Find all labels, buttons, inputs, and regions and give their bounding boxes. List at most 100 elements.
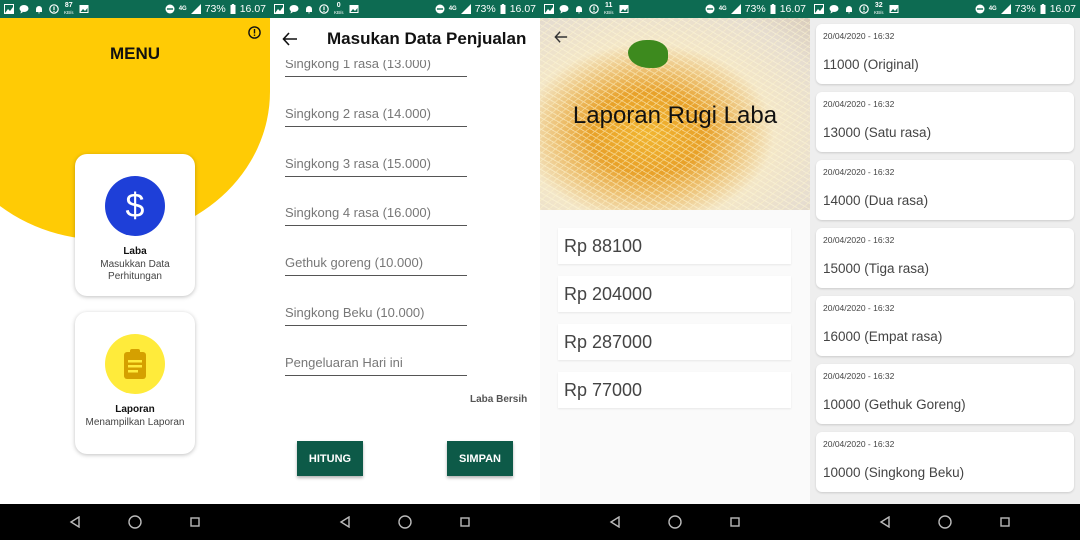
- list-item[interactable]: 20/04/2020 - 16:32 10000 (Gethuk Goreng): [816, 364, 1074, 424]
- page-title: MENU: [109, 44, 161, 63]
- singkong-beku-input[interactable]: [285, 305, 467, 320]
- item-timestamp: 20/04/2020 - 16:32: [823, 303, 895, 313]
- item-timestamp: 20/04/2020 - 16:32: [823, 31, 895, 41]
- report-value: Rp 88100: [558, 228, 791, 264]
- image-icon: [79, 5, 89, 13]
- list-item[interactable]: 20/04/2020 - 16:32 15000 (Tiga rasa): [816, 228, 1074, 288]
- list-item[interactable]: 20/04/2020 - 16:32 14000 (Dua rasa): [816, 160, 1074, 220]
- system-nav-bar: [0, 504, 270, 540]
- image-icon: [349, 5, 359, 13]
- page-title: Laporan Rugi Laba: [572, 102, 778, 129]
- network-speed: 0 KB/s: [334, 2, 344, 15]
- recents-nav-icon[interactable]: [189, 516, 201, 528]
- battery-icon: [230, 4, 236, 14]
- network-speed: 87 KB/s: [64, 2, 74, 15]
- hero-food-image: Laporan Rugi Laba: [540, 18, 810, 210]
- item-timestamp: 20/04/2020 - 16:32: [823, 235, 895, 245]
- card-title: Laporan: [115, 404, 155, 415]
- item-value: 16000 (Empat rasa): [823, 329, 943, 344]
- list-item[interactable]: 20/04/2020 - 16:32 10000 (Singkong Beku): [816, 432, 1074, 492]
- singkong-4-rasa-input[interactable]: [285, 205, 467, 220]
- dnd-icon: [975, 4, 985, 14]
- status-bar: 32 KB/s 4G 73% 16.07: [810, 0, 1080, 18]
- message-icon: [829, 5, 839, 14]
- status-bar: 87 KB/s 4G 73% 16.07: [0, 0, 270, 18]
- card-subtitle: Menampilkan Laporan: [85, 417, 185, 428]
- message-icon: [289, 5, 299, 14]
- parsley-garnish: [628, 40, 668, 68]
- singkong-4-rasa-field[interactable]: [285, 204, 467, 226]
- simpan-button[interactable]: SIMPAN: [447, 441, 513, 476]
- pengeluaran-input[interactable]: [285, 355, 467, 370]
- singkong-3-rasa-field[interactable]: [285, 155, 467, 177]
- app-bar: Masukan Data Penjualan: [270, 18, 540, 60]
- report-value: Rp 204000: [558, 276, 791, 312]
- screens-container: 87 KB/s 4G 73% 16.07 MENU $ Laba Masukkan…: [0, 0, 1080, 540]
- bell-icon: [36, 6, 42, 14]
- laporan-card[interactable]: Laporan Menampilkan Laporan: [75, 312, 195, 454]
- recents-nav-icon[interactable]: [999, 516, 1011, 528]
- gallery-icon: [544, 4, 554, 14]
- clipboard-icon: [105, 334, 165, 394]
- card-subtitle: Masukkan Data Perhitungan: [100, 259, 170, 282]
- input-screen: 0 KB/s 4G 73% 16.07 Masukan Data Penjuala…: [270, 0, 540, 540]
- back-nav-icon[interactable]: [69, 516, 81, 528]
- alert-circle-icon: [589, 4, 599, 14]
- item-value: 10000 (Singkong Beku): [823, 465, 965, 480]
- recents-nav-icon[interactable]: [729, 516, 741, 528]
- back-nav-icon[interactable]: [339, 516, 351, 528]
- item-value: 13000 (Satu rasa): [823, 125, 932, 140]
- pengeluaran-field[interactable]: [285, 354, 467, 376]
- alert-circle-icon: [319, 4, 329, 14]
- gallery-icon: [814, 4, 824, 14]
- bell-icon: [576, 6, 582, 14]
- list-item[interactable]: 20/04/2020 - 16:32 13000 (Satu rasa): [816, 92, 1074, 152]
- network-type: 4G: [718, 6, 727, 12]
- arrow-left-icon: [282, 32, 297, 46]
- gallery-icon: [274, 4, 284, 14]
- alert-circle-icon: [859, 4, 869, 14]
- item-timestamp: 20/04/2020 - 16:32: [823, 439, 895, 449]
- home-nav-icon[interactable]: [398, 515, 412, 529]
- laba-card[interactable]: $ Laba Masukkan Data Perhitungan: [75, 154, 195, 296]
- singkong-2-rasa-field[interactable]: [285, 105, 467, 127]
- menu-screen: 87 KB/s 4G 73% 16.07 MENU $ Laba Masukkan…: [0, 0, 270, 540]
- battery-icon: [500, 4, 506, 14]
- info-icon[interactable]: [248, 26, 261, 39]
- item-timestamp: 20/04/2020 - 16:32: [823, 167, 895, 177]
- home-nav-icon[interactable]: [668, 515, 682, 529]
- item-value: 11000 (Original): [823, 57, 919, 72]
- signal-icon: [190, 4, 201, 14]
- gallery-icon: [4, 4, 14, 14]
- dollar-icon: $: [105, 176, 165, 236]
- status-bar: 11 KB/s 4G 73% 16.07: [540, 0, 810, 18]
- list-item[interactable]: 20/04/2020 - 16:32 11000 (Original): [816, 24, 1074, 84]
- image-icon: [619, 5, 629, 13]
- back-nav-icon[interactable]: [879, 516, 891, 528]
- message-icon: [559, 5, 569, 14]
- history-screen: 32 KB/s 4G 73% 16.07 20/04/2020 - 16:32 1…: [810, 0, 1080, 540]
- hitung-button[interactable]: HITUNG: [297, 441, 363, 476]
- bell-icon: [306, 6, 312, 14]
- singkong-3-rasa-input[interactable]: [285, 156, 467, 171]
- clock: 16.07: [779, 3, 806, 15]
- singkong-beku-field[interactable]: [285, 304, 467, 326]
- home-nav-icon[interactable]: [938, 515, 952, 529]
- home-nav-icon[interactable]: [128, 515, 142, 529]
- back-button[interactable]: [270, 31, 310, 47]
- singkong-2-rasa-input[interactable]: [285, 106, 467, 121]
- card-title: Laba: [123, 246, 147, 257]
- svg-text:$: $: [126, 188, 145, 224]
- item-value: 14000 (Dua rasa): [823, 193, 929, 208]
- gethuk-goreng-input[interactable]: [285, 255, 467, 270]
- back-nav-icon[interactable]: [609, 516, 621, 528]
- signal-icon: [730, 4, 741, 14]
- recents-nav-icon[interactable]: [459, 516, 471, 528]
- arrow-left-icon[interactable]: [554, 30, 568, 44]
- list-item[interactable]: 20/04/2020 - 16:32 16000 (Empat rasa): [816, 296, 1074, 356]
- clock: 16.07: [1049, 3, 1076, 15]
- signal-icon: [460, 4, 471, 14]
- gethuk-goreng-field[interactable]: [285, 254, 467, 276]
- clock: 16.07: [239, 3, 266, 15]
- status-bar: 0 KB/s 4G 73% 16.07: [270, 0, 540, 18]
